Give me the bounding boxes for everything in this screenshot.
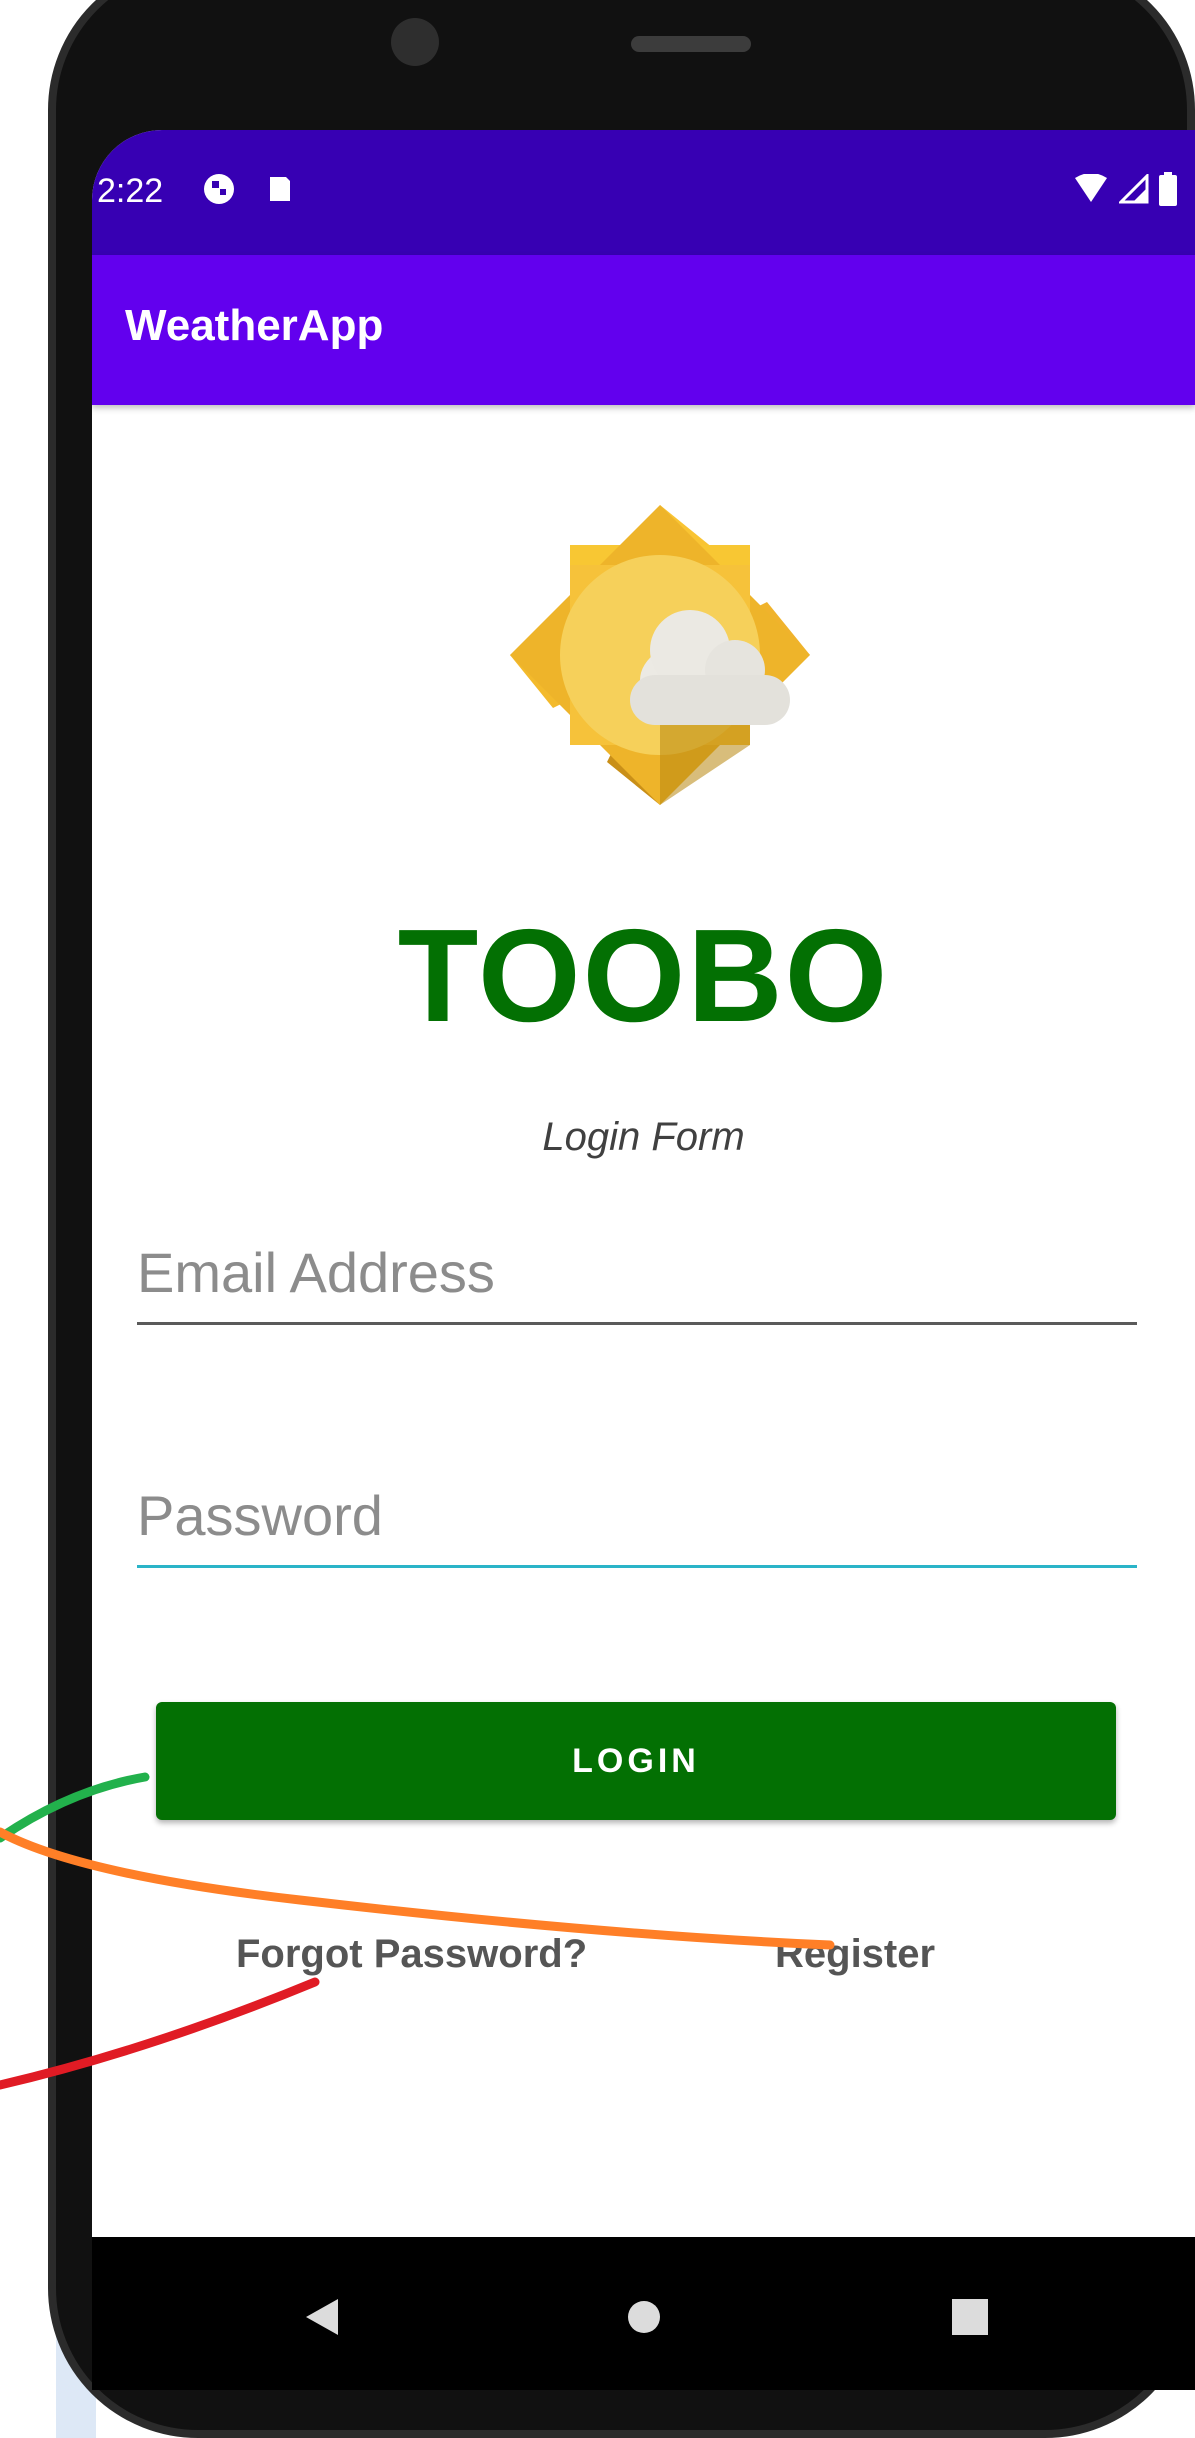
signal-icon xyxy=(1117,172,1149,209)
home-icon[interactable] xyxy=(604,2277,684,2357)
wifi-icon xyxy=(1073,173,1109,209)
status-right-icons xyxy=(1073,172,1177,211)
earpiece-speaker xyxy=(631,36,751,52)
status-time: 2:22 xyxy=(97,172,164,210)
navigation-bar xyxy=(92,2237,1195,2390)
form-subtitle: Login Form xyxy=(542,1115,745,1159)
brand-title: TOOBO xyxy=(397,902,890,1049)
sd-card-icon xyxy=(262,172,296,206)
weather-logo-icon xyxy=(510,505,810,805)
notification-icon xyxy=(202,172,236,206)
front-camera xyxy=(391,18,439,66)
email-field[interactable] xyxy=(137,1222,1137,1325)
phone-screen: 2:22 WeatherApp TOOBO Login Form Email A… xyxy=(92,130,1195,2390)
login-button[interactable]: LOGIN xyxy=(156,1702,1116,1820)
password-field[interactable] xyxy=(137,1465,1137,1568)
app-bar: WeatherApp xyxy=(92,255,1195,405)
forgot-password-link[interactable]: Forgot Password? xyxy=(236,1932,587,1977)
status-bar: 2:22 xyxy=(92,130,1195,255)
app-title: WeatherApp xyxy=(125,301,384,350)
battery-icon xyxy=(1159,172,1177,211)
recents-icon[interactable] xyxy=(930,2277,1010,2357)
register-link[interactable]: Register xyxy=(775,1932,935,1977)
page: 2:22 WeatherApp TOOBO Login Form Email A… xyxy=(0,0,1195,2438)
back-icon[interactable] xyxy=(282,2277,362,2357)
